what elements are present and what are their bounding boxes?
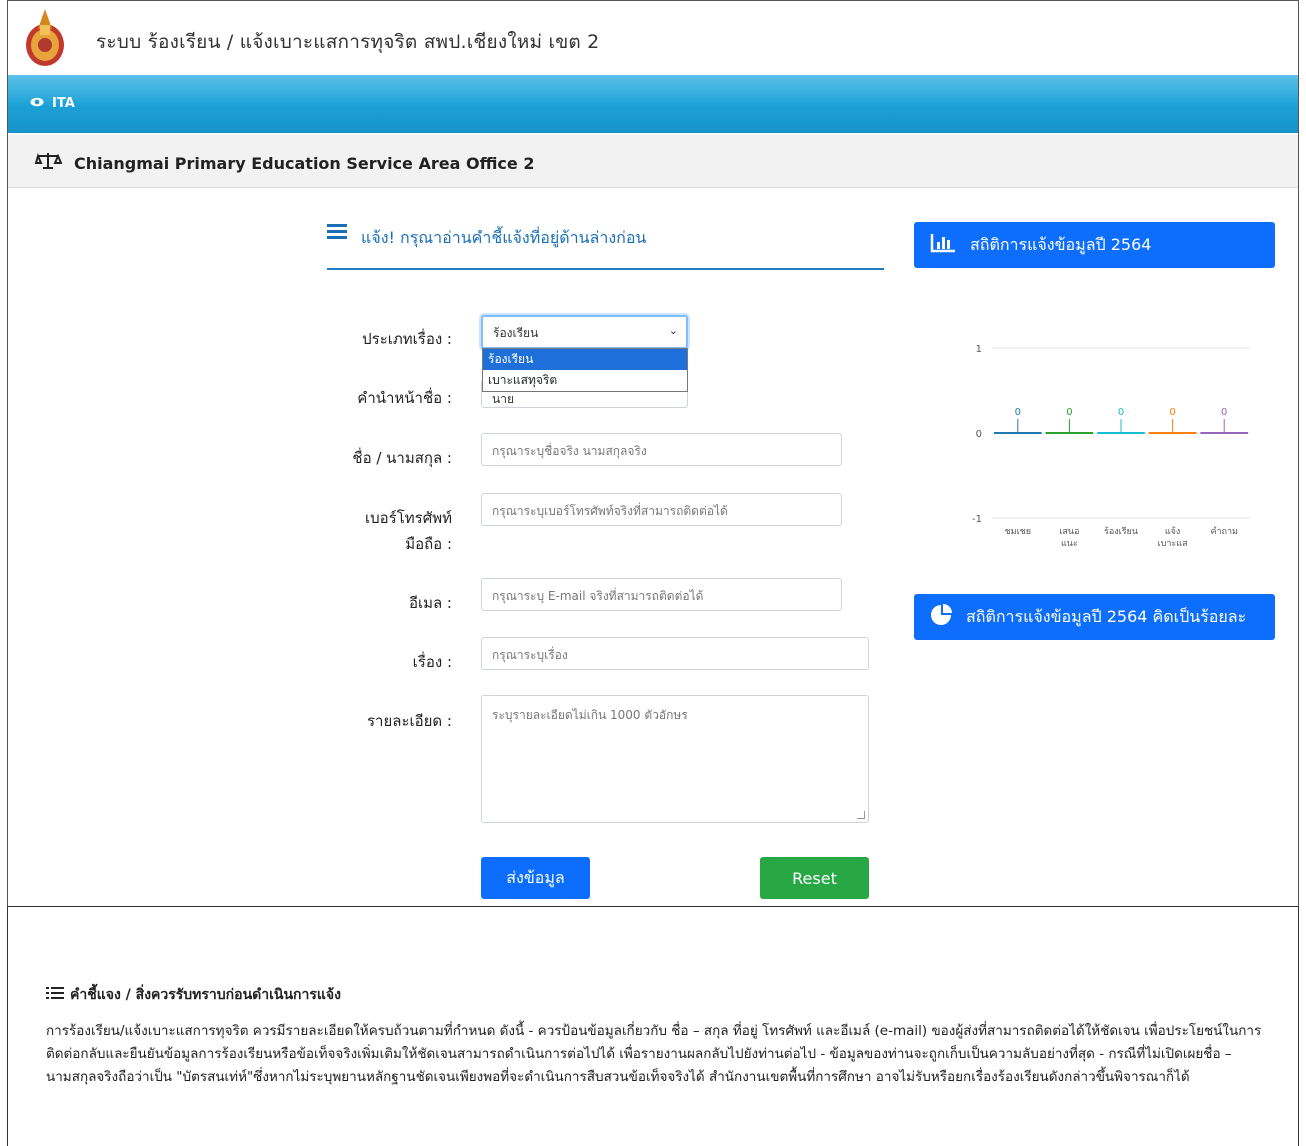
prefix-select-value: นาย	[492, 392, 514, 406]
balance-scale-icon	[34, 152, 63, 174]
x-tick-label: แจ้ง	[1165, 526, 1180, 537]
y-tick-label: 1	[976, 344, 982, 355]
ita-link[interactable]: ITA	[30, 96, 75, 111]
x-tick-label: คำถาม	[1210, 526, 1238, 537]
detail-label: รายละเอียด :	[366, 712, 452, 730]
data-label: 0	[1118, 407, 1124, 418]
office-heading: Chiangmai Primary Education Service Area…	[34, 152, 534, 174]
type-option-complaint[interactable]: ร้องเรียน	[483, 349, 687, 370]
subject-input[interactable]: กรุณาระบุเรื่อง	[481, 637, 869, 670]
resize-handle[interactable]	[857, 811, 865, 819]
office-name: Chiangmai Primary Education Service Area…	[74, 153, 535, 173]
x-tick-label: เบาะแส	[1158, 539, 1188, 549]
phone-label-line2: มือถือ :	[405, 535, 452, 553]
type-select-value: ร้องเรียน	[493, 326, 539, 340]
name-placeholder: กรุณาระบุชื่อจริง นามสกุลจริง	[492, 444, 647, 458]
pie-stats-title: สถิติการแจ้งข้อมูลปี 2564 คิดเป็นร้อยละ	[966, 606, 1247, 626]
subject-placeholder: กรุณาระบุเรื่อง	[492, 648, 568, 662]
pie-stats-button[interactable]: สถิติการแจ้งข้อมูลปี 2564 คิดเป็นร้อยละ	[914, 594, 1275, 640]
email-label: อีเมล :	[408, 594, 452, 612]
form-heading-text: แจ้ง! กรุณาอ่านคำชี้แจ้งที่อยู่ด้านล่างก…	[361, 228, 647, 247]
x-tick-label: ร้องเรียน	[1104, 526, 1138, 537]
phone-label-line1: เบอร์โทรศัพท์	[364, 509, 452, 527]
form-heading: แจ้ง! กรุณาอ่านคำชี้แจ้งที่อยู่ด้านล่างก…	[327, 222, 884, 270]
phone-input[interactable]: กรุณาระบุเบอร์โทรศัพท์จริงที่สามารถติดต่…	[481, 493, 842, 526]
reset-button[interactable]: Reset	[760, 857, 869, 899]
name-label: ชื่อ / นามสกุล :	[352, 449, 452, 467]
submit-button[interactable]: ส่งข้อมูล	[481, 857, 590, 899]
chevron-down-icon: ⌄	[668, 324, 678, 337]
data-label: 0	[1015, 407, 1021, 418]
email-input[interactable]: กรุณาระบุ E-mail จริงที่สามารถติดต่อได้	[481, 578, 842, 611]
stats-bar-chart: 1 0 -1 0 ชมเชย 0 เสนอแนะ 0 ร้องเรียน 0 แจ้งเบาะแส 0…	[972, 344, 1250, 549]
notes-heading: คำชี้แจง / สิ่งควรรับทราบก่อนดำเนินการแจ…	[46, 984, 341, 1006]
bar-stats-title: สถิติการแจ้งข้อมูลปี 2564	[970, 234, 1152, 254]
bar-chart-icon	[930, 233, 956, 257]
type-label: ประเภทเรื่อง :	[362, 330, 452, 348]
bar-stats-button[interactable]: สถิติการแจ้งข้อมูลปี 2564	[914, 222, 1275, 268]
detail-textarea[interactable]: ระบุรายละเอียดไม่เกิน 1000 ตัวอักษร	[481, 695, 869, 823]
list-icon	[46, 986, 64, 1004]
prefix-label: คำนำหน้าชื่อ :	[357, 389, 452, 407]
data-label: 0	[1221, 407, 1227, 418]
site-title: ระบบ ร้องเรียน / แจ้งเบาะแสการทุจริต สพป…	[96, 31, 600, 53]
type-option-corruption[interactable]: เบาะแสทุจริต	[483, 370, 687, 391]
y-tick-label: -1	[972, 514, 982, 525]
subject-label: เรื่อง :	[412, 653, 452, 671]
notes-body: การร้องเรียน/แจ้งเบาะแสการทุจริต ควรมีรา…	[46, 1023, 1262, 1085]
x-tick-label: ชมเชย	[1005, 527, 1032, 537]
nav-bar	[8, 75, 1298, 133]
menu-bars-icon	[327, 222, 347, 244]
data-label: 0	[1066, 407, 1072, 418]
y-tick-label: 0	[976, 429, 982, 440]
logo-emblem-icon	[24, 7, 66, 67]
pie-chart-icon	[930, 604, 952, 630]
detail-placeholder: ระบุรายละเอียดไม่เกิน 1000 ตัวอักษร	[492, 708, 688, 722]
data-label: 0	[1169, 407, 1175, 418]
type-select[interactable]: ร้องเรียน ⌄	[481, 315, 688, 349]
notes-heading-text: คำชี้แจง / สิ่งควรรับทราบก่อนดำเนินการแจ…	[70, 987, 341, 1003]
eye-icon	[30, 96, 44, 111]
phone-placeholder: กรุณาระบุเบอร์โทรศัพท์จริงที่สามารถติดต่…	[492, 504, 728, 518]
name-input[interactable]: กรุณาระบุชื่อจริง นามสกุลจริง	[481, 433, 842, 466]
x-tick-label: แนะ	[1061, 539, 1078, 549]
ita-label: ITA	[52, 96, 75, 111]
type-dropdown-list: ร้องเรียน เบาะแสทุจริต	[482, 348, 688, 392]
email-placeholder: กรุณาระบุ E-mail จริงที่สามารถติดต่อได้	[492, 589, 704, 603]
x-tick-label: เสนอ	[1059, 527, 1079, 537]
